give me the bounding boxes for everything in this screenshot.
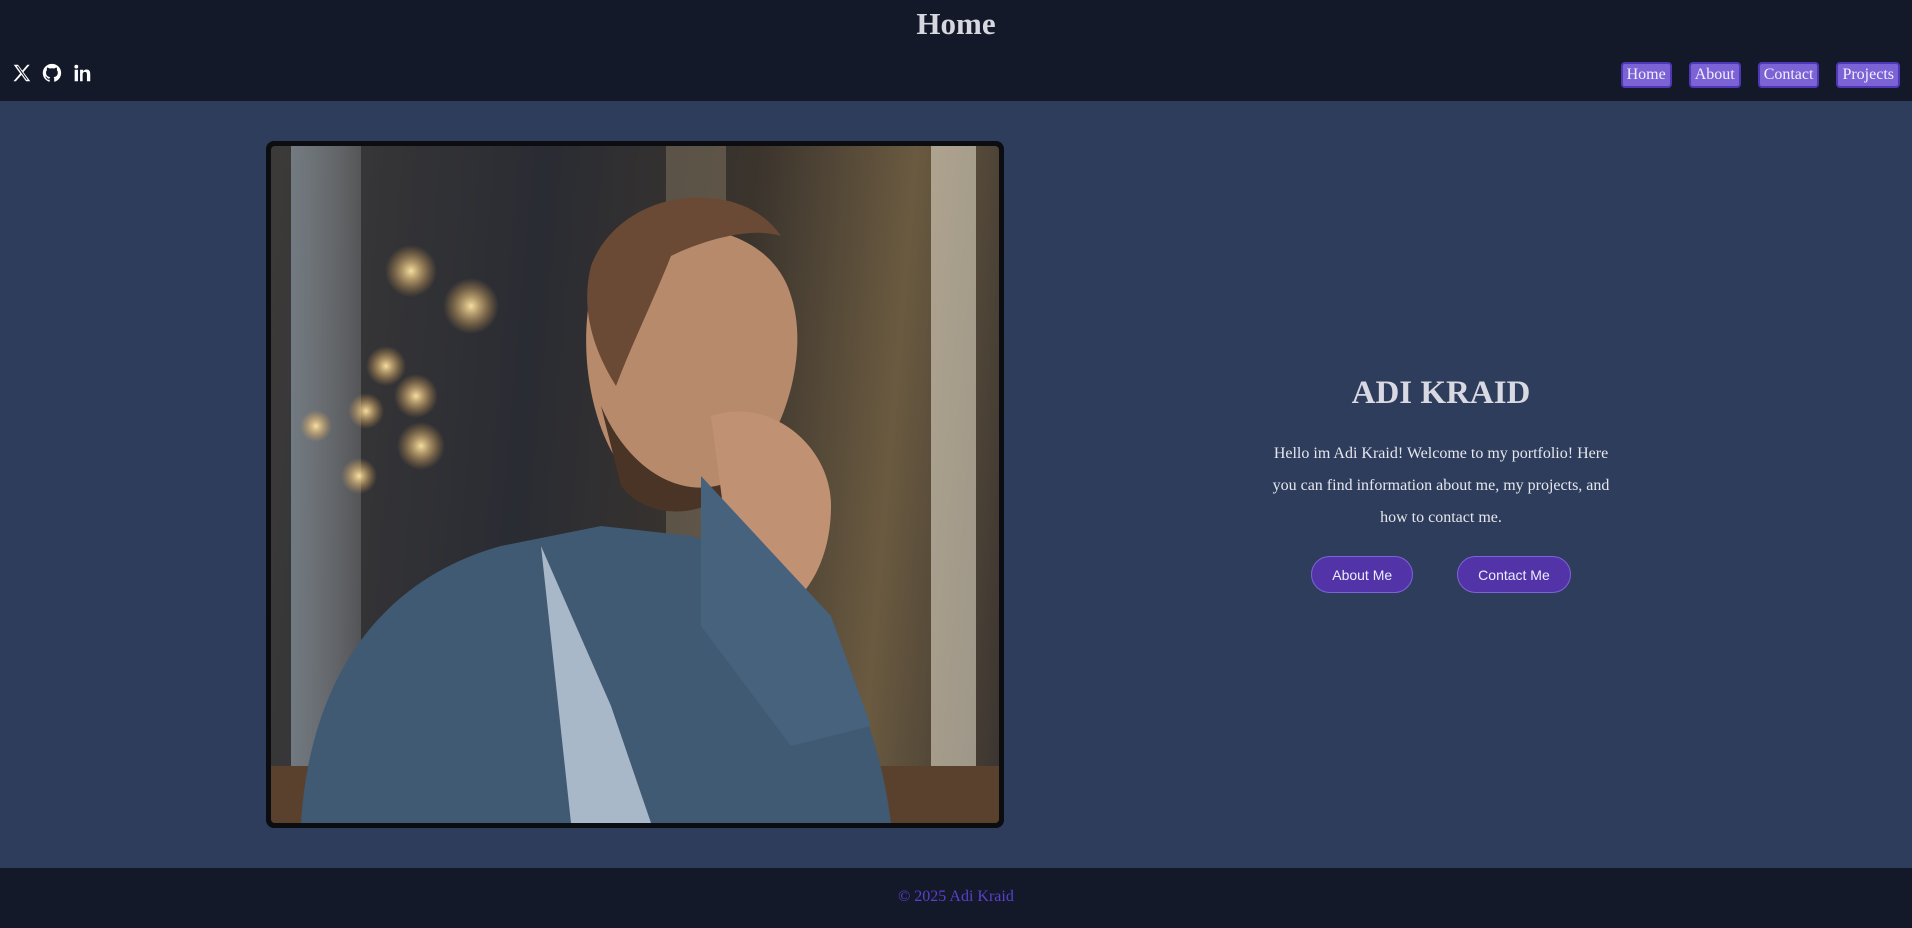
copyright-text: © 2025 Adi Kraid — [898, 888, 1014, 905]
top-bar: Home Home About Contact Projects — [0, 0, 1912, 101]
nav-about-button[interactable]: About — [1688, 62, 1741, 88]
hero-name: ADI KRAID — [1351, 375, 1531, 411]
nav-contact-button[interactable]: Contact — [1757, 62, 1820, 88]
github-icon[interactable] — [41, 62, 63, 84]
portrait-illustration — [271, 146, 999, 823]
x-icon[interactable] — [11, 62, 33, 84]
social-links — [11, 62, 93, 84]
page-title: Home — [916, 6, 996, 41]
contact-me-button[interactable]: Contact Me — [1457, 556, 1571, 593]
footer: © 2025 Adi Kraid — [0, 868, 1912, 928]
about-me-button[interactable]: About Me — [1311, 556, 1414, 593]
nav-projects-button[interactable]: Projects — [1836, 62, 1900, 88]
profile-photo — [271, 146, 999, 823]
profile-photo-frame — [266, 141, 1004, 828]
main-nav: Home About Contact Projects — [1620, 62, 1900, 88]
linkedin-icon[interactable] — [71, 62, 93, 84]
intro-section: ADI KRAID Hello im Adi Kraid! Welcome to… — [1241, 368, 1641, 593]
nav-home-button[interactable]: Home — [1620, 62, 1672, 88]
cta-buttons: About Me Contact Me — [1241, 556, 1641, 593]
hero-description: Hello im Adi Kraid! Welcome to my portfo… — [1272, 445, 1610, 526]
